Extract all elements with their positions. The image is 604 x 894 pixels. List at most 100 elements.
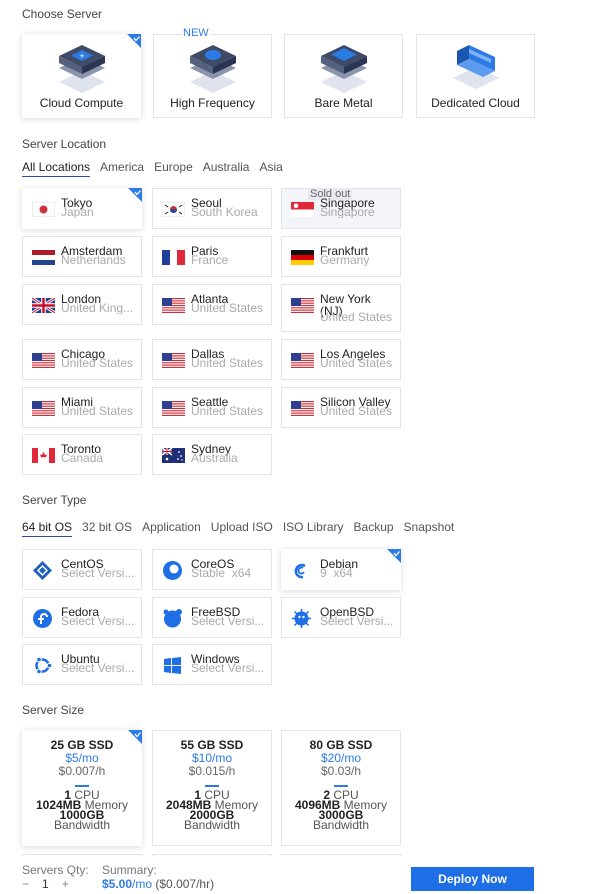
tab-america[interactable]: America [100, 160, 144, 177]
server-type-cloud-compute[interactable]: + Cloud Compute [22, 34, 141, 118]
location-country: Australia [191, 452, 238, 464]
us-flag-icon [32, 401, 55, 416]
location-silicon-valley[interactable]: Silicon Valley United States [281, 387, 401, 428]
decrement-button[interactable]: − [22, 877, 29, 891]
os-version[interactable]: 9 x64 [320, 567, 353, 579]
fedora-icon [33, 609, 52, 628]
location-country: United States [320, 311, 393, 323]
location-sydney[interactable]: Sydney Australia [152, 434, 272, 475]
location-country: Canada [61, 452, 104, 464]
server-type-label: High Frequency [170, 96, 255, 110]
location-toronto[interactable]: Toronto Canada [22, 434, 142, 475]
increment-button[interactable]: + [62, 877, 69, 891]
location-new-york[interactable]: New York (NJ) United States [281, 284, 401, 332]
os-windows[interactable]: Windows Select Versi... [152, 644, 272, 685]
uk-flag-icon [32, 298, 55, 313]
location-tabs: All Locations America Europe Australia A… [22, 160, 283, 177]
server-type-tabs: 64 bit OS 32 bit OS Application Upload I… [22, 520, 454, 537]
os-fedora[interactable]: Fedora Select Versi... [22, 597, 142, 638]
order-footer: Servers Qty: − 1 + Summary: $5.00/mo ($0… [0, 856, 604, 894]
location-frankfurt[interactable]: Frankfurt Germany [281, 236, 401, 277]
server-type-dedicated-cloud[interactable]: Dedicated Cloud [416, 34, 535, 118]
location-seattle[interactable]: Seattle United States [152, 387, 272, 428]
divider [205, 785, 219, 787]
os-centos[interactable]: CentOS Select Versi... [22, 549, 142, 590]
canada-flag-icon [32, 448, 55, 463]
location-atlanta[interactable]: Atlanta United States [152, 284, 272, 325]
tab-application[interactable]: Application [142, 520, 201, 537]
os-version[interactable]: Select Versi... [61, 615, 134, 627]
tab-all-locations[interactable]: All Locations [22, 160, 91, 177]
size-option-25gb[interactable]: 25 GB SSD $5/mo $0.007/h 1 CPU 1024MB Me… [22, 730, 142, 846]
openbsd-icon [292, 609, 311, 628]
new-badge: NEW [182, 27, 210, 39]
selected-check-icon [128, 188, 142, 202]
location-london[interactable]: London United King... [22, 284, 142, 325]
windows-icon [164, 657, 181, 674]
size-hourly: $0.03/h [320, 764, 362, 778]
quantity-value[interactable]: 1 [42, 877, 49, 891]
os-version[interactable]: Select Versi... [191, 662, 264, 674]
servers-qty-label: Servers Qty: [22, 863, 89, 877]
location-dallas[interactable]: Dallas United States [152, 339, 272, 380]
size-price-period: /mo [212, 751, 233, 765]
os-freebsd[interactable]: FreeBSD Select Versi... [152, 597, 272, 638]
size-price-value: $20 [320, 751, 341, 765]
ubuntu-icon [35, 656, 52, 675]
size-option-80gb[interactable]: 80 GB SSD $20/mo $0.03/h 2 CPU 4096MB Me… [281, 730, 401, 846]
location-country: United States [191, 302, 264, 314]
size-option-55gb[interactable]: 55 GB SSD $10/mo $0.015/h 1 CPU 2048MB M… [152, 730, 272, 846]
summary-value: $5.00/mo ($0.007/hr) [102, 877, 214, 891]
svg-text:+: + [79, 52, 85, 60]
size-price-period: /mo [341, 751, 362, 765]
server-type-label: Dedicated Cloud [431, 96, 520, 110]
location-country: Japan [61, 206, 94, 218]
quantity-stepper: − 1 + [22, 877, 69, 891]
location-country: France [191, 254, 229, 266]
location-amsterdam[interactable]: Amsterdam Netherlands [22, 236, 142, 277]
selected-check-icon [127, 34, 141, 48]
os-version[interactable]: Select Versi... [61, 662, 134, 674]
bandwidth-label: Bandwidth [183, 818, 241, 832]
server-type-bare-metal[interactable]: Bare Metal [284, 34, 403, 118]
location-chicago[interactable]: Chicago United States [22, 339, 142, 380]
location-seoul[interactable]: Seoul South Korea [152, 188, 272, 229]
tab-64-bit-os[interactable]: 64 bit OS [22, 520, 73, 537]
tab-asia[interactable]: Asia [259, 160, 282, 177]
os-coreos[interactable]: CoreOS Stable x64 [152, 549, 272, 590]
tab-32-bit-os[interactable]: 32 bit OS [82, 520, 132, 537]
os-version[interactable]: Select Versi... [320, 615, 393, 627]
summary-label: Summary: [102, 863, 157, 877]
location-tokyo[interactable]: Tokyo Japan [22, 188, 142, 229]
location-country: United States [320, 357, 393, 369]
tab-australia[interactable]: Australia [203, 160, 250, 177]
tab-upload-iso[interactable]: Upload ISO [211, 520, 273, 537]
os-version[interactable]: Select Versi... [191, 615, 264, 627]
us-flag-icon [162, 401, 185, 416]
tab-europe[interactable]: Europe [154, 160, 193, 177]
summary-period: /mo [132, 877, 153, 891]
server-type-heading: Server Type [22, 493, 87, 507]
tab-snapshot[interactable]: Snapshot [404, 520, 455, 537]
location-los-angeles[interactable]: Los Angeles United States [281, 339, 401, 380]
tab-backup[interactable]: Backup [354, 520, 394, 537]
size-hourly: $0.007/h [58, 764, 106, 778]
server-location-heading: Server Location [22, 137, 107, 151]
size-hourly: $0.015/h [188, 764, 236, 778]
location-country: Singapore [320, 206, 375, 218]
deploy-now-button[interactable]: Deploy Now [411, 867, 534, 891]
server-type-high-frequency[interactable]: NEW High Frequency [153, 27, 272, 118]
os-version[interactable]: Stable x64 [191, 567, 251, 579]
os-openbsd[interactable]: OpenBSD Select Versi... [281, 597, 401, 638]
os-ubuntu[interactable]: Ubuntu Select Versi... [22, 644, 142, 685]
location-miami[interactable]: Miami United States [22, 387, 142, 428]
location-paris[interactable]: Paris France [152, 236, 272, 277]
tab-iso-library[interactable]: ISO Library [283, 520, 344, 537]
size-price-period: /mo [78, 751, 99, 765]
os-version[interactable]: Select Versi... [61, 567, 134, 579]
us-flag-icon [291, 401, 314, 416]
france-flag-icon [162, 250, 185, 265]
us-flag-icon [162, 353, 185, 368]
us-flag-icon [291, 353, 314, 368]
os-debian[interactable]: Debian 9 x64 [281, 549, 401, 590]
